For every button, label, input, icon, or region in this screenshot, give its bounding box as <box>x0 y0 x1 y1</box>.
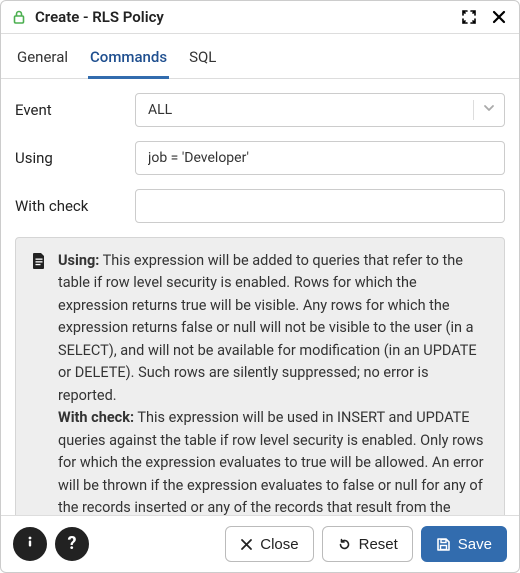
using-input[interactable] <box>135 141 505 175</box>
dialog-title: Create - RLS Policy <box>35 8 453 26</box>
event-select-value: ALL <box>148 102 469 118</box>
help-content: Using: This expression will be added to … <box>58 250 490 515</box>
select-divider <box>473 100 474 120</box>
event-select[interactable]: ALL <box>135 93 505 127</box>
row-event: Event ALL <box>15 93 505 127</box>
save-button-label: Save <box>458 536 492 553</box>
tab-sql[interactable]: SQL <box>187 38 218 79</box>
help-button[interactable]: ? <box>55 527 89 561</box>
label-event: Event <box>15 101 125 119</box>
label-using: Using <box>15 149 125 167</box>
reset-icon <box>337 537 352 552</box>
close-icon[interactable] <box>489 7 509 27</box>
info-icon <box>22 534 38 554</box>
tab-commands[interactable]: Commands <box>88 38 169 79</box>
tab-bar: General Commands SQL <box>1 34 519 79</box>
dialog-footer: ? Close Reset <box>1 515 519 572</box>
info-button[interactable] <box>13 527 47 561</box>
document-icon <box>30 252 48 515</box>
tab-general[interactable]: General <box>15 38 70 79</box>
question-icon: ? <box>68 535 77 553</box>
dialog-titlebar: Create - RLS Policy <box>1 1 519 34</box>
lock-icon <box>9 7 29 27</box>
help-using-label: Using: <box>58 252 99 269</box>
reset-button[interactable]: Reset <box>322 526 413 562</box>
save-icon <box>436 537 451 552</box>
row-using: Using <box>15 141 505 175</box>
dialog-create-rls-policy: Create - RLS Policy General Commands SQL… <box>0 0 520 573</box>
dialog-body: Event ALL Using With check <box>1 79 519 515</box>
expand-icon[interactable] <box>459 7 479 27</box>
help-withcheck-label: With check: <box>58 409 134 426</box>
help-panel: Using: This expression will be added to … <box>15 237 505 515</box>
help-using-text: This expression will be added to queries… <box>58 252 477 404</box>
chevron-down-icon <box>482 101 496 119</box>
close-button-label: Close <box>260 536 298 553</box>
save-button[interactable]: Save <box>421 526 507 562</box>
x-icon <box>240 538 253 551</box>
reset-button-label: Reset <box>359 536 398 553</box>
close-button[interactable]: Close <box>225 526 313 562</box>
withcheck-input[interactable] <box>135 189 505 223</box>
label-withcheck: With check <box>15 197 125 215</box>
row-withcheck: With check <box>15 189 505 223</box>
